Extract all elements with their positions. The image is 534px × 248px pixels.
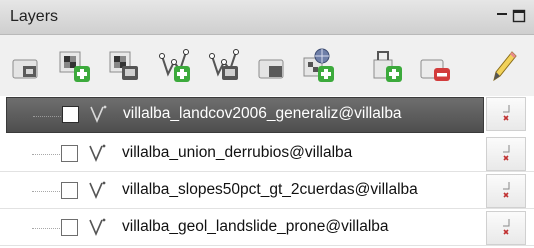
remove-layer-icon[interactable]	[418, 48, 452, 84]
remove-layer-button[interactable]	[486, 211, 526, 245]
layer-row[interactable]: villalba_slopes50pct_gt_2cuerdas@villalb…	[0, 173, 534, 209]
layers-toolbar	[0, 36, 534, 92]
layer-visibility-checkbox[interactable]	[61, 219, 78, 236]
tree-connector	[32, 154, 60, 155]
layer-visibility-checkbox[interactable]	[61, 182, 78, 199]
line-layer-icon	[88, 143, 114, 163]
line-layer-icon	[88, 217, 114, 237]
edit-pencil-icon[interactable]	[486, 48, 520, 84]
tree-connector	[32, 228, 60, 229]
add-raster-group-icon[interactable]	[108, 48, 142, 84]
layer-name: villalba_geol_landslide_prone@villalba	[122, 218, 389, 235]
tree-connector	[33, 116, 61, 117]
remove-layer-button[interactable]	[486, 174, 526, 208]
remove-layer-button[interactable]	[486, 97, 526, 131]
tree-connector	[32, 191, 60, 192]
panel-title-bar: Layers	[0, 0, 534, 35]
add-raster-layer-icon[interactable]	[58, 48, 92, 84]
add-wms-layer-icon[interactable]	[302, 48, 336, 84]
minimize-icon[interactable]	[495, 9, 511, 23]
line-layer-icon	[89, 104, 115, 124]
layer-row[interactable]: villalba_union_derrubios@villalba	[0, 136, 534, 172]
float-window-icon[interactable]	[512, 9, 528, 23]
remove-layer-button[interactable]	[486, 137, 526, 171]
layer-row[interactable]: villalba_landcov2006_generaliz@villalba	[6, 97, 484, 133]
add-group-icon[interactable]	[256, 48, 290, 84]
layer-name: villalba_slopes50pct_gt_2cuerdas@villalb…	[122, 181, 418, 198]
layer-tree: villalba_landcov2006_generaliz@villalba …	[0, 96, 534, 248]
line-layer-icon	[88, 180, 114, 200]
open-layer-styling-icon[interactable]	[10, 48, 44, 84]
layer-visibility-checkbox[interactable]	[61, 145, 78, 162]
layer-row[interactable]: villalba_geol_landslide_prone@villalba	[0, 210, 534, 246]
add-vector-group-icon[interactable]	[208, 48, 242, 84]
layer-name: villalba_union_derrubios@villalba	[122, 144, 353, 161]
layer-visibility-checkbox[interactable]	[62, 106, 79, 123]
layers-panel: Layers villalba_landcov2006_generaliz@vi…	[0, 0, 534, 248]
layer-name: villalba_landcov2006_generaliz@villalba	[123, 105, 402, 122]
add-vector-layer-icon[interactable]	[158, 48, 192, 84]
add-existing-icon[interactable]	[370, 48, 404, 84]
panel-title: Layers	[10, 8, 59, 25]
